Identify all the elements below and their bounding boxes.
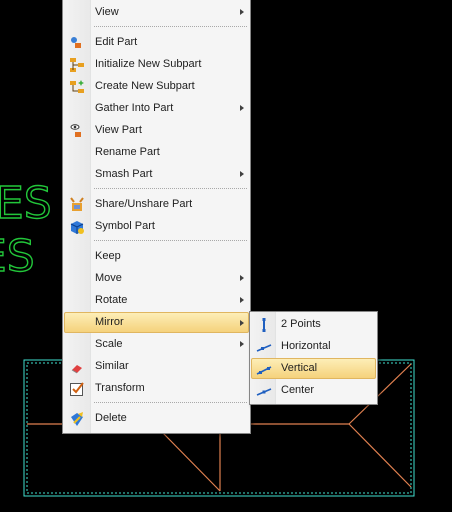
menu-item-rename-part[interactable]: Rename Part <box>65 142 248 163</box>
submenu-item-2-points[interactable]: 2 Points <box>252 314 375 335</box>
submenu-arrow-icon <box>240 105 244 111</box>
submenu-item-horizontal[interactable]: Horizontal <box>252 336 375 357</box>
menu-item-smash-part[interactable]: Smash Part <box>65 164 248 185</box>
submenu-arrow-icon <box>240 320 244 326</box>
submenu-item-vertical[interactable]: Vertical <box>251 358 376 379</box>
two-points-icon <box>262 318 266 332</box>
menu-item-transform[interactable]: Transform <box>65 378 248 399</box>
submenu-item-center[interactable]: Center <box>252 380 375 401</box>
menu-item-view[interactable]: View <box>65 2 248 23</box>
transform-icon <box>70 382 84 396</box>
center-mirror-icon <box>256 388 272 396</box>
submenu-arrow-icon <box>240 341 244 347</box>
menu-item-edit-part[interactable]: Edit Part <box>65 32 248 53</box>
menu-item-initialize-new-subpart[interactable]: Initialize New Subpart <box>65 54 248 75</box>
menu-item-mirror[interactable]: Mirror <box>64 312 249 333</box>
edit-part-icon <box>71 37 81 48</box>
share-part-icon <box>70 197 84 211</box>
menu-item-scale[interactable]: Scale <box>65 334 248 355</box>
menu-item-gather-into-part[interactable]: Gather Into Part <box>65 98 248 119</box>
mirror-submenu: 2 Points Horizontal Vertical Center <box>249 311 378 405</box>
menu-item-share-unshare-part[interactable]: Share/Unshare Part <box>65 194 248 215</box>
submenu-arrow-icon <box>240 9 244 15</box>
submenu-arrow-icon <box>240 297 244 303</box>
view-part-icon <box>70 124 81 137</box>
cad-text-line-2: IES <box>0 231 35 282</box>
menu-item-similar[interactable]: Similar <box>65 356 248 377</box>
delete-icon <box>71 412 83 426</box>
context-menu: View Edit Part Initialize New Subpart Cr… <box>62 0 251 434</box>
horizontal-mirror-icon <box>256 344 272 352</box>
cad-text-line-1: ES <box>0 178 52 229</box>
similar-icon <box>71 365 82 374</box>
submenu-arrow-icon <box>240 171 244 177</box>
menu-item-symbol-part[interactable]: Symbol Part <box>65 216 248 237</box>
initialize-subpart-icon <box>70 58 84 72</box>
menu-item-rotate[interactable]: Rotate <box>65 290 248 311</box>
menu-item-keep[interactable]: Keep <box>65 246 248 267</box>
symbol-part-icon <box>70 221 84 234</box>
submenu-arrow-icon <box>240 275 244 281</box>
menu-item-view-part[interactable]: View Part <box>65 120 248 141</box>
create-subpart-icon <box>70 80 84 93</box>
menu-item-move[interactable]: Move <box>65 268 248 289</box>
vertical-mirror-icon <box>256 366 272 375</box>
menu-item-delete[interactable]: Delete <box>65 408 248 429</box>
menu-item-create-new-subpart[interactable]: Create New Subpart <box>65 76 248 97</box>
